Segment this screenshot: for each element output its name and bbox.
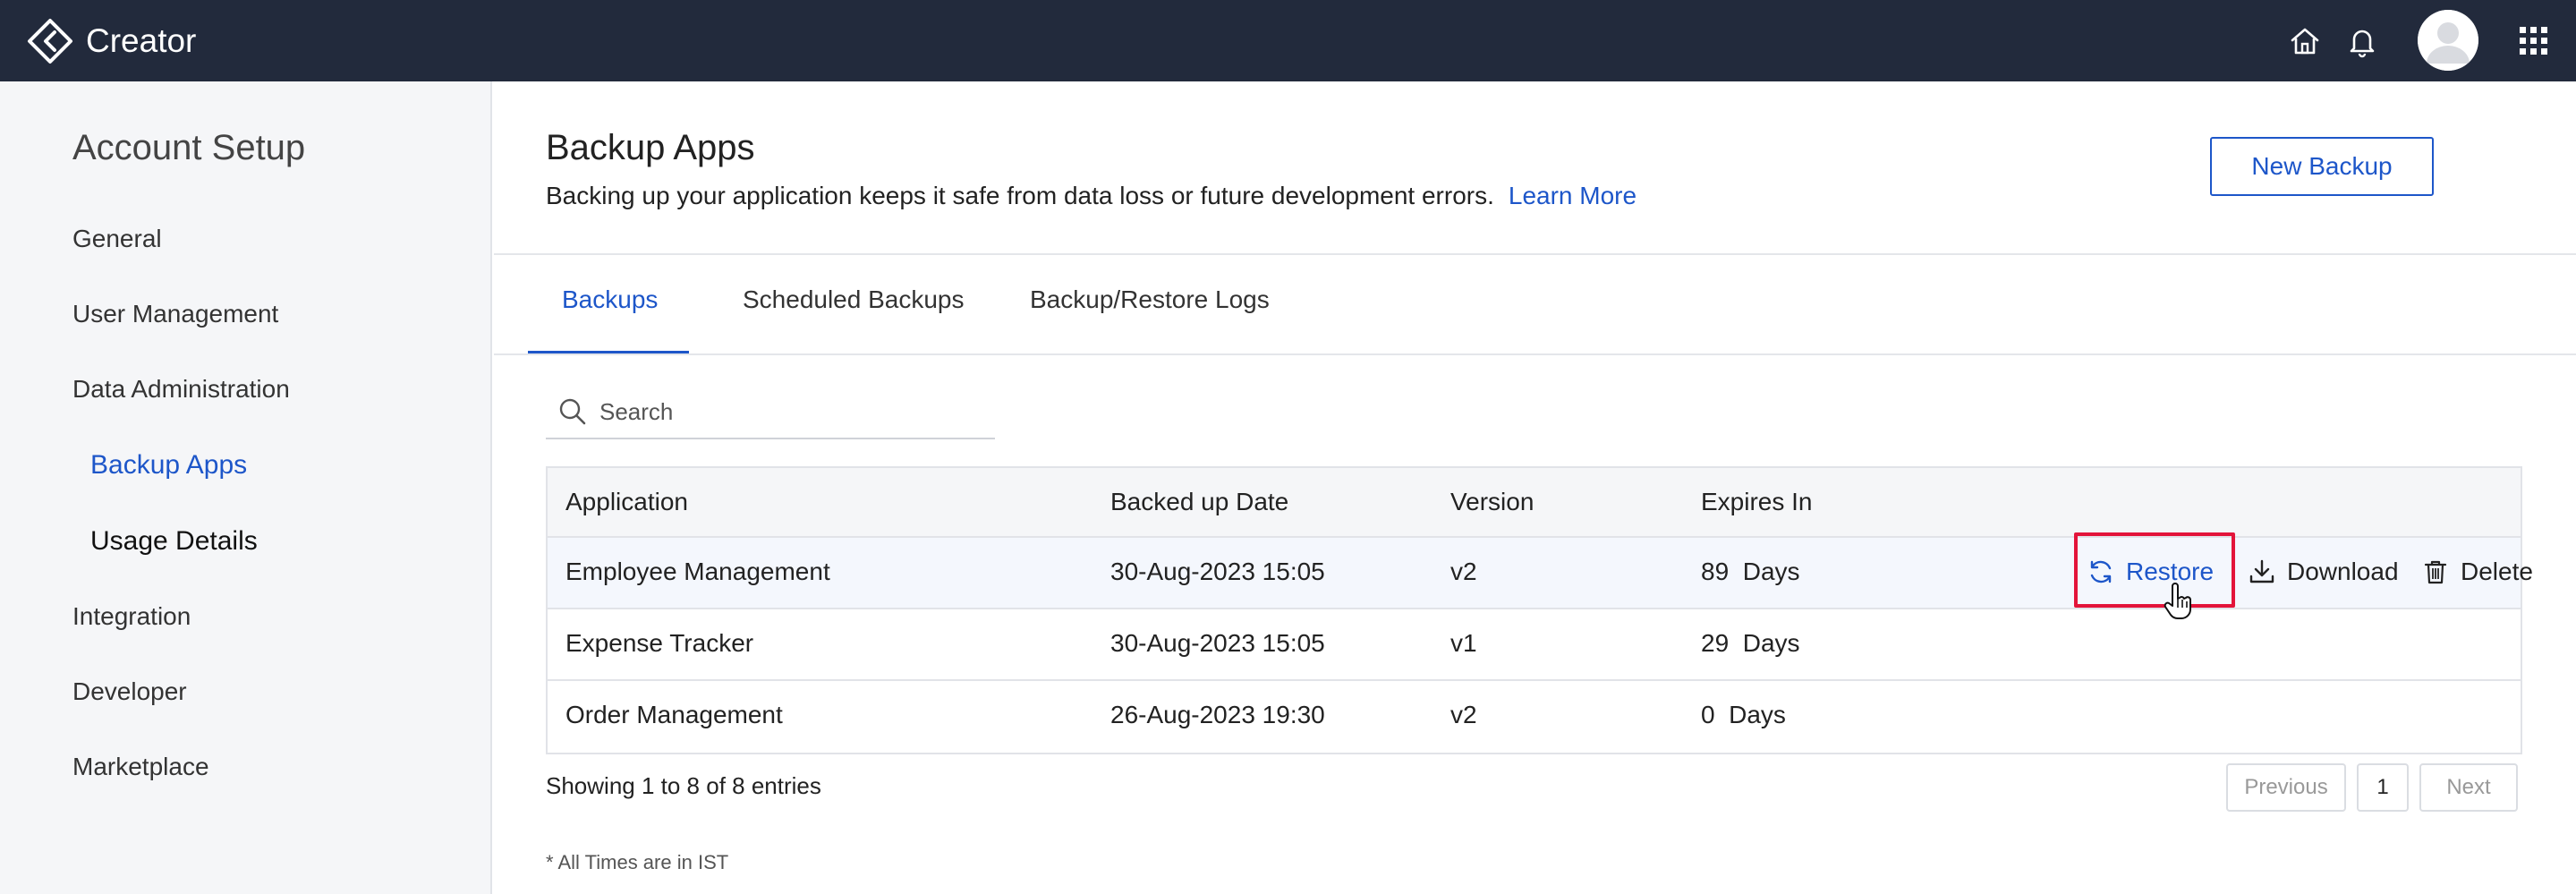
table-row[interactable]: Expense Tracker 30-Aug-2023 15:05 v1 29 …	[548, 609, 2521, 681]
download-button[interactable]: Download	[2248, 558, 2399, 586]
expires-value: 89	[1701, 558, 1730, 585]
entries-summary: Showing 1 to 8 of 8 entries	[546, 772, 821, 799]
home-icon[interactable]	[2287, 23, 2323, 59]
sidebar-item-backup-apps[interactable]: Backup Apps	[90, 450, 247, 481]
table-header: Application Backed up Date Version Expir…	[548, 468, 2521, 538]
table-row[interactable]: Order Management 26-Aug-2023 19:30 v2 0 …	[548, 681, 2521, 753]
sidebar-item-marketplace[interactable]: Marketplace	[72, 753, 209, 781]
cell-backed-up-date: 26-Aug-2023 19:30	[1110, 701, 1325, 728]
cell-application: Order Management	[565, 701, 783, 728]
sidebar: Account Setup General User Management Da…	[0, 81, 492, 894]
column-expires-in: Expires In	[1701, 488, 1813, 515]
tab-backups[interactable]: Backups	[562, 285, 658, 314]
tab-backup-restore-logs[interactable]: Backup/Restore Logs	[1030, 285, 1270, 314]
sidebar-item-general[interactable]: General	[72, 225, 162, 253]
apps-grid-icon[interactable]	[2516, 23, 2552, 59]
cell-expires-in: 89 Days	[1701, 558, 1800, 586]
column-application: Application	[565, 488, 688, 515]
column-version: Version	[1450, 488, 1535, 515]
cell-backed-up-date: 30-Aug-2023 15:05	[1110, 558, 1325, 585]
page-description: Backing up your application keeps it saf…	[546, 182, 1637, 210]
learn-more-link[interactable]: Learn More	[1509, 182, 1637, 209]
active-tab-indicator	[528, 351, 689, 353]
backups-table: Application Backed up Date Version Expir…	[546, 466, 2533, 754]
cell-expires-in: 0 Days	[1701, 701, 1786, 729]
cell-application: Employee Management	[565, 558, 830, 585]
bell-icon[interactable]	[2344, 23, 2380, 59]
cell-expires-in: 29 Days	[1701, 629, 1800, 658]
new-backup-button[interactable]: New Backup	[2210, 137, 2434, 196]
cell-application: Expense Tracker	[565, 629, 754, 657]
download-label: Download	[2287, 558, 2399, 585]
delete-button[interactable]: Delete	[2421, 558, 2533, 586]
main-content: Backup Apps Backing up your application …	[494, 81, 2576, 894]
expires-value: 0	[1701, 701, 1715, 728]
expires-unit: Days	[1742, 558, 1800, 585]
download-icon	[2249, 559, 2274, 583]
page-title: Backup Apps	[546, 128, 755, 167]
search-input[interactable]	[599, 393, 975, 430]
cell-backed-up-date: 30-Aug-2023 15:05	[1110, 629, 1325, 657]
cell-version: v2	[1450, 558, 1477, 585]
search-box	[546, 384, 995, 439]
sidebar-item-usage-details[interactable]: Usage Details	[90, 526, 258, 557]
search-icon	[559, 398, 586, 425]
previous-page-button[interactable]: Previous	[2226, 763, 2346, 812]
expires-unit: Days	[1729, 701, 1786, 728]
sidebar-item-integration[interactable]: Integration	[72, 602, 191, 631]
cell-version: v2	[1450, 701, 1477, 728]
sidebar-title: Account Setup	[72, 128, 306, 167]
delete-label: Delete	[2461, 558, 2533, 585]
app-name: Creator	[86, 22, 197, 59]
sidebar-item-data-administration[interactable]: Data Administration	[72, 375, 290, 404]
trash-icon	[2424, 560, 2447, 584]
sidebar-item-user-management[interactable]: User Management	[72, 300, 278, 328]
brand[interactable]: Creator	[27, 16, 196, 66]
tab-bar: Backups Scheduled Backups Backup/Restore…	[494, 255, 2576, 355]
next-page-button[interactable]: Next	[2419, 763, 2518, 812]
description-text: Backing up your application keeps it saf…	[546, 182, 1494, 209]
avatar[interactable]	[2418, 10, 2478, 71]
expires-unit: Days	[1742, 629, 1800, 657]
top-navigation-bar: Creator	[0, 0, 2576, 81]
expires-value: 29	[1701, 629, 1730, 657]
sidebar-item-developer[interactable]: Developer	[72, 677, 187, 706]
tab-scheduled-backups[interactable]: Scheduled Backups	[743, 285, 965, 314]
restore-highlight-box	[2074, 532, 2235, 608]
page-header: Backup Apps Backing up your application …	[494, 81, 2576, 255]
table-row[interactable]: Employee Management 30-Aug-2023 15:05 v2…	[548, 532, 2533, 619]
page-number-button[interactable]: 1	[2357, 763, 2409, 812]
cell-version: v1	[1450, 629, 1477, 657]
column-backed-up-date: Backed up Date	[1110, 488, 1289, 515]
timezone-footnote: * All Times are in IST	[546, 851, 729, 873]
creator-logo-icon	[28, 19, 72, 64]
